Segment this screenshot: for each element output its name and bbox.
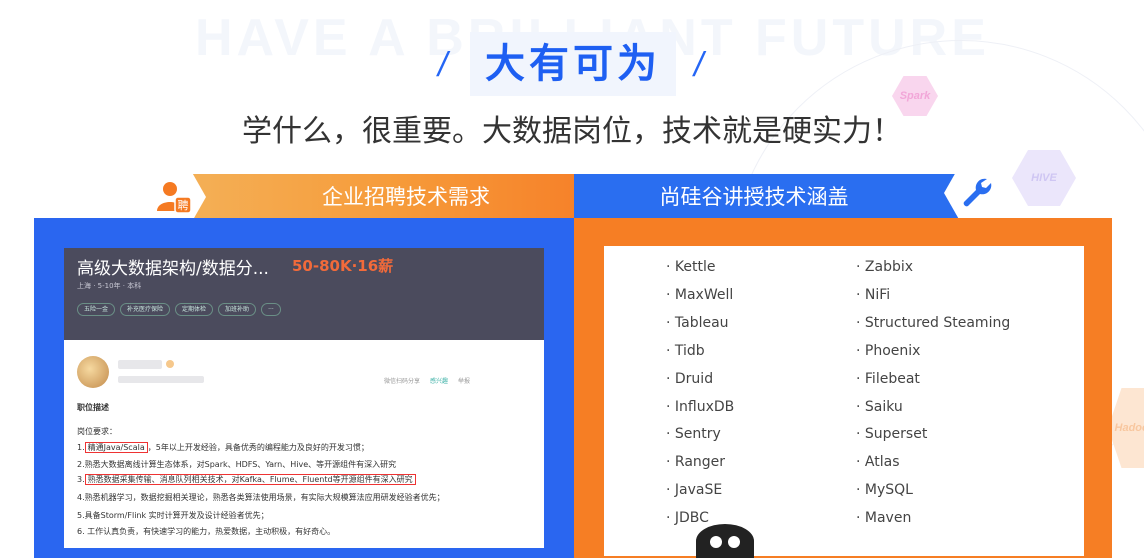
tech-item: · Maven [856, 510, 912, 526]
req-text: 5.具备Storm/Flink 实时计算开发及设计经验者优先； [77, 511, 269, 520]
req-text: 6. 工作认真负责，有快速学习的能力，热爱数据，主动积极，有好奇心。 [77, 527, 336, 536]
job-tag: 五险一金 [77, 303, 116, 316]
requirement-line: 3. 熟悉数据采集传输、消息队列相关技术，对Kafka、Flume、Fluentd… [77, 474, 416, 485]
requirements-title: 岗位要求： [77, 427, 117, 436]
title-slash-left: / [438, 46, 448, 84]
tech-item: · MaxWell [666, 287, 734, 303]
tech-item: · Druid [666, 371, 714, 387]
tech-item: · Kettle [666, 259, 716, 275]
req-text: ，5年以上开发经验，具备优秀的编程能力及良好的开发习惯； [147, 443, 369, 452]
tech-list-card: · Kettle · MaxWell · Tableau · Tidb · Dr… [604, 246, 1084, 556]
job-tag: ··· [261, 303, 281, 316]
tech-item: · Phoenix [856, 343, 921, 359]
tech-item: · Atlas [856, 454, 900, 470]
tech-item: · Structured Steaming [856, 315, 1011, 331]
requirement-line: 6. 工作认真负责，有快速学习的能力，热爱数据，主动积极，有好奇心。 [77, 526, 335, 537]
job-actions: 微信扫码分享 感兴趣 举报 [384, 376, 470, 385]
page-title: 大有可为 [470, 32, 676, 96]
tech-item: · InfluxDB [666, 399, 735, 415]
job-location: 上海 · 5-10年 · 本科 [77, 282, 142, 290]
job-title: 高级大数据架构/数据分... [77, 259, 269, 279]
title-slash-right: / [694, 46, 704, 84]
left-panel-header: 企业招聘技术需求 [176, 174, 574, 220]
job-header: 高级大数据架构/数据分... 50-80K·16薪 上海 · 5-10年 · 本… [64, 248, 544, 340]
tech-item: · Zabbix [856, 259, 914, 275]
left-panel-header-label: 企业招聘技术需求 [322, 185, 490, 209]
mascot-eye [728, 536, 740, 548]
job-salary: 50-80K·16薪 [292, 257, 394, 275]
tech-item: · Saiku [856, 399, 903, 415]
section-label: 职位描述 [77, 403, 109, 412]
tech-item: · Superset [856, 426, 928, 442]
interest-action[interactable]: 感兴趣 [430, 376, 448, 385]
job-tag: 加班补助 [218, 303, 257, 316]
recruiter-name-blurred [118, 360, 162, 369]
req-highlight: 熟悉数据采集传输、消息队列相关技术，对Kafka、Flume、Fluentd等开… [84, 474, 416, 485]
tech-item: · Tidb [666, 343, 705, 359]
tech-item: · Tableau [666, 315, 729, 331]
mascot-monkey-icon [696, 524, 754, 558]
req-text: 2.熟悉大数据离线计算生态体系，对Spark、HDFS、Yarn、Hive、等开… [77, 460, 397, 469]
mascot-eye [710, 536, 722, 548]
tech-item: · Filebeat [856, 371, 920, 387]
tech-item: · JDBC [666, 510, 709, 526]
tech-item: · Ranger [666, 454, 726, 470]
recruiter-status-blurred [166, 360, 174, 368]
right-panel-header-label: 尚硅谷讲授技术涵盖 [659, 185, 849, 209]
req-text: 3. [77, 475, 85, 484]
report-action[interactable]: 举报 [458, 376, 470, 385]
job-tag: 补充医疗保险 [120, 303, 171, 316]
tech-item: · NiFi [856, 287, 891, 303]
tech-item: · JavaSE [666, 482, 723, 498]
share-action[interactable]: 微信扫码分享 [384, 376, 420, 385]
job-tags: 五险一金 补充医疗保险 定期体检 加班补助 ··· [77, 303, 281, 316]
tech-item: · Sentry [666, 426, 721, 442]
job-tag: 定期体检 [175, 303, 214, 316]
page-subtitle: 学什么，很重要。大数据岗位，技术就是硬实力！ [242, 114, 902, 149]
requirement-line: 2.熟悉大数据离线计算生态体系，对Spark、HDFS、Yarn、Hive、等开… [77, 459, 396, 470]
right-panel-header: 尚硅谷讲授技术涵盖 [574, 174, 974, 220]
recruiter-avatar [77, 356, 109, 388]
recruiter-title-blurred [118, 376, 204, 383]
tech-item: · MySQL [856, 482, 913, 498]
req-text: 1. [77, 443, 85, 452]
req-text: 4.熟悉机器学习，数据挖掘相关理论，熟悉各类算法使用场景，有实际大规模算法应用研… [77, 493, 445, 502]
recruit-badge-char: 聘 [178, 198, 189, 212]
job-posting-card: 高级大数据架构/数据分... 50-80K·16薪 上海 · 5-10年 · 本… [64, 248, 544, 548]
requirement-line: 4.熟悉机器学习，数据挖掘相关理论，熟悉各类算法使用场景，有实际大规模算法应用研… [77, 492, 445, 503]
req-highlight: 精通Java/Scala [84, 442, 148, 453]
requirement-line: 5.具备Storm/Flink 实时计算开发及设计经验者优先； [77, 510, 269, 521]
requirement-line: 1. 精通Java/Scala ，5年以上开发经验，具备优秀的编程能力及良好的开发习… [77, 442, 369, 453]
